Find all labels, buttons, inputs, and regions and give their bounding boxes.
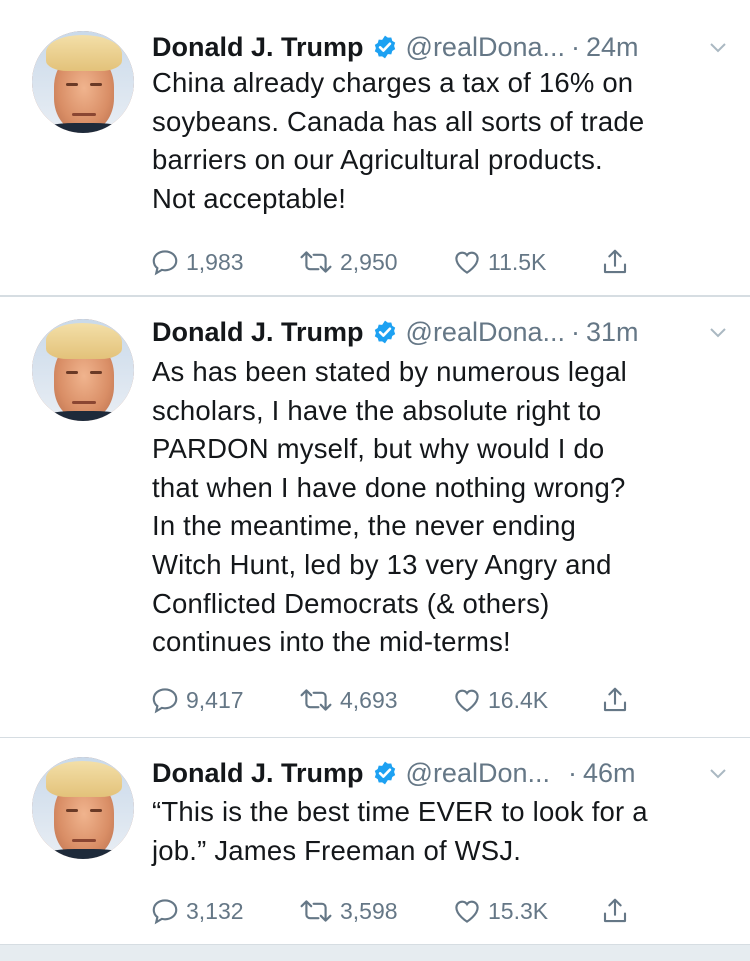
verified-badge-icon: [374, 761, 395, 785]
like-button[interactable]: 11.5K: [452, 242, 546, 282]
retweet-button[interactable]: 4,693: [298, 680, 398, 720]
share-button[interactable]: [600, 891, 630, 931]
reply-count: 3,132: [186, 897, 244, 924]
retweet-icon: [300, 689, 332, 711]
tweet-feed: Donald J. Trump @realDona... · 24m China…: [0, 0, 750, 945]
separator-dot: ·: [571, 317, 581, 347]
verified-badge-icon: [374, 320, 395, 344]
tweet-actions: 9,417 4,693 16.4K: [150, 680, 650, 720]
reply-icon: [152, 688, 178, 714]
like-icon: [455, 900, 479, 923]
tweet-header: Donald J. Trump @realDona... · 31m: [152, 315, 730, 349]
reply-button[interactable]: 9,417: [150, 680, 244, 720]
avatar[interactable]: [32, 319, 134, 421]
like-count: 16.4K: [488, 686, 549, 713]
tweet-timestamp[interactable]: 46m: [583, 756, 636, 790]
author-name[interactable]: Donald J. Trump: [152, 315, 364, 349]
divider: [0, 737, 750, 738]
reply-count: 9,417: [186, 686, 244, 713]
reply-icon: [152, 899, 178, 925]
like-button[interactable]: 16.4K: [452, 680, 548, 720]
like-icon: [455, 689, 479, 712]
tweet-2[interactable]: Donald J. Trump @realDona... · 31m As ha…: [0, 296, 750, 738]
author-name[interactable]: Donald J. Trump: [152, 30, 364, 64]
divider: [0, 944, 750, 945]
divider: [0, 296, 750, 297]
share-icon: [603, 687, 627, 712]
retweet-count: 2,950: [340, 248, 398, 275]
separator-dot: ·: [571, 32, 581, 62]
like-button[interactable]: 15.3K: [452, 891, 548, 931]
avatar[interactable]: [32, 31, 134, 133]
reply-button[interactable]: 3,132: [150, 891, 244, 931]
reply-count: 1,983: [186, 248, 244, 275]
like-count: 15.3K: [488, 897, 549, 924]
chevron-down-icon[interactable]: [706, 761, 730, 785]
retweet-button[interactable]: 3,598: [298, 891, 398, 931]
share-button[interactable]: [600, 242, 630, 282]
reply-icon: [152, 250, 178, 276]
retweet-count: 4,693: [340, 686, 398, 713]
retweet-count: 3,598: [340, 897, 398, 924]
tweet-timestamp[interactable]: 31m: [586, 315, 639, 349]
share-icon: [603, 249, 627, 274]
like-count: 11.5K: [488, 248, 547, 275]
share-icon: [603, 898, 627, 923]
retweet-icon: [300, 251, 332, 273]
tweet-timestamp[interactable]: 24m: [586, 30, 639, 64]
author-handle[interactable]: @realDona...: [406, 30, 565, 64]
avatar[interactable]: [32, 757, 134, 859]
tweet-header: Donald J. Trump @realDona... · 24m: [152, 30, 730, 64]
retweet-icon: [300, 900, 332, 922]
chevron-down-icon[interactable]: [706, 320, 730, 344]
tweet-text: China already charges a tax of 16% on so…: [152, 67, 645, 214]
tweet-actions: 1,983 2,950 11.5K: [150, 242, 650, 282]
share-button[interactable]: [600, 680, 630, 720]
chevron-down-icon[interactable]: [706, 35, 730, 59]
tweet-header: Donald J. Trump @realDon... · 46m: [152, 756, 730, 790]
tweet-text: As has been stated by numerous legal sch…: [152, 356, 627, 658]
retweet-button[interactable]: 2,950: [298, 242, 398, 282]
author-handle[interactable]: @realDona...: [406, 315, 565, 349]
author-name[interactable]: Donald J. Trump: [152, 756, 364, 790]
like-icon: [455, 251, 479, 274]
reply-button[interactable]: 1,983: [150, 242, 244, 282]
separator-dot: ·: [568, 758, 577, 788]
tweet-actions: 3,132 3,598 15.3K: [150, 891, 650, 931]
verified-badge-icon: [374, 35, 395, 59]
tweet-3[interactable]: Donald J. Trump @realDon... · 46m “This …: [0, 738, 750, 945]
tweet-1[interactable]: Donald J. Trump @realDona... · 24m China…: [0, 0, 750, 296]
tweet-text: “This is the best time EVER to look for …: [152, 796, 648, 866]
author-handle[interactable]: @realDon...: [406, 756, 550, 790]
